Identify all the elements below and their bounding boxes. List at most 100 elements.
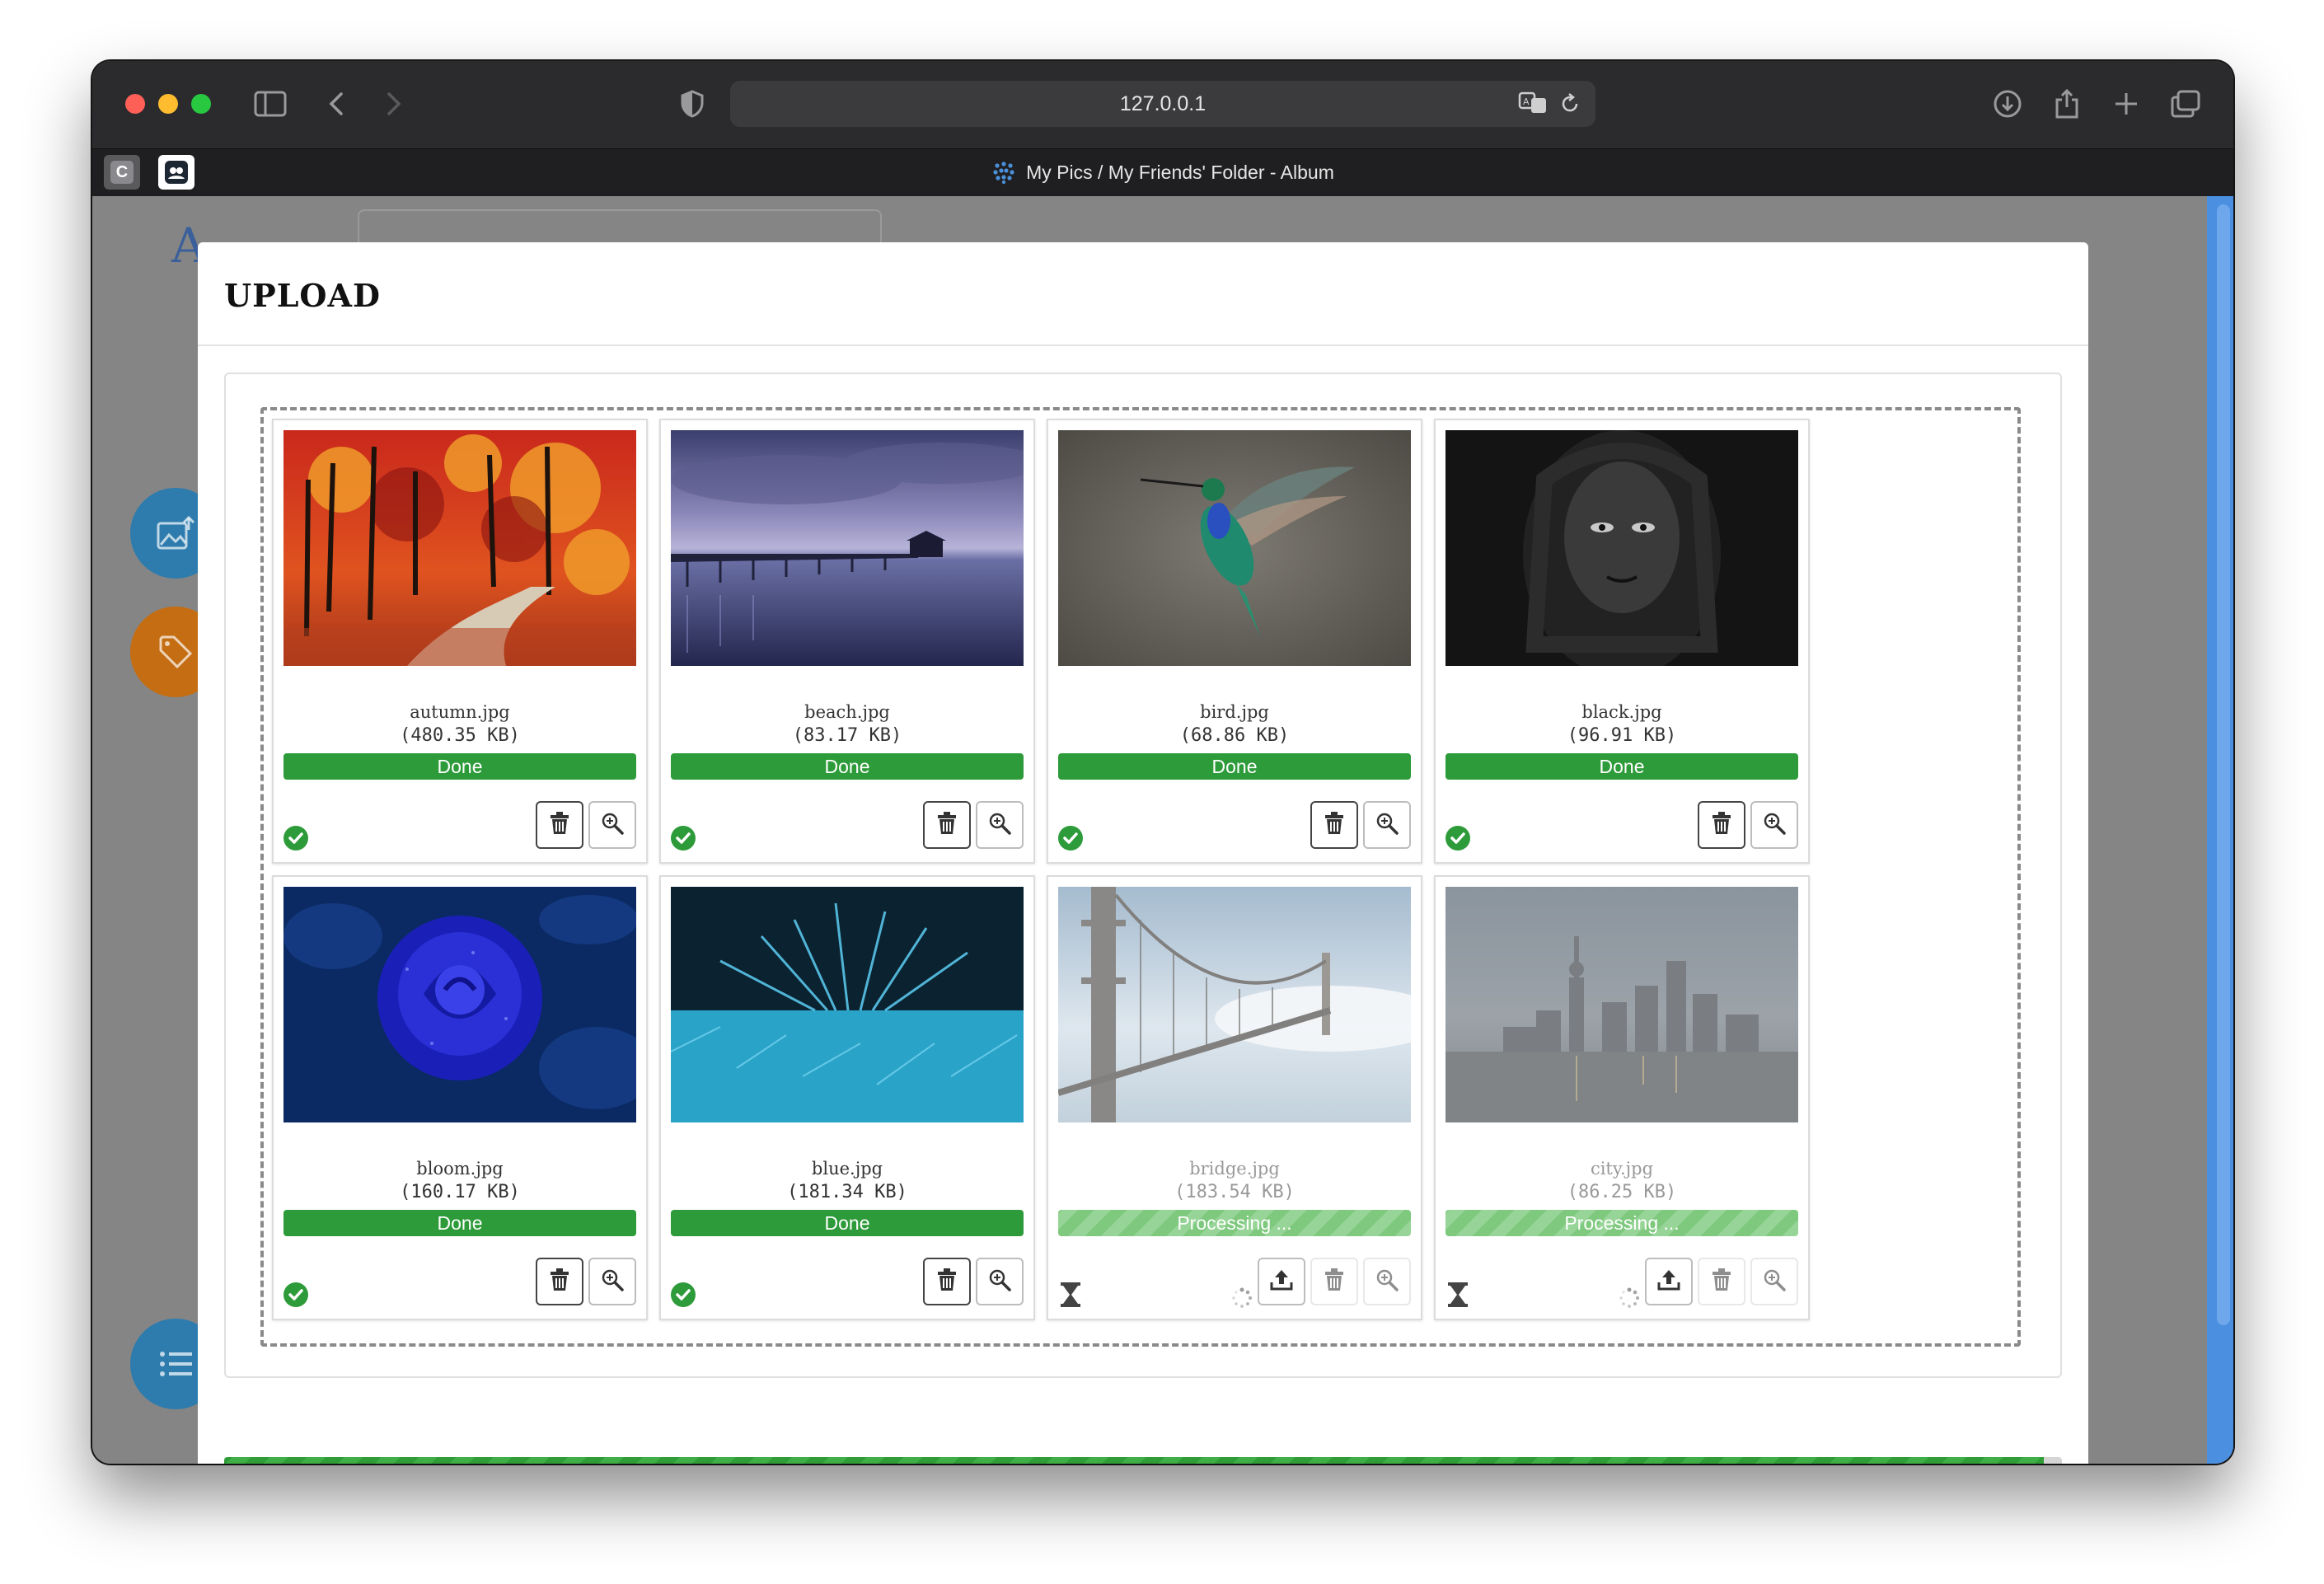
delete-file-button[interactable] [1310,801,1358,849]
upload-file-card: city.jpg (86.25 KB) Processing ... [1434,875,1810,1320]
minimize-window-button[interactable] [158,94,178,114]
sidebar-toggle-icon[interactable] [252,86,288,122]
file-progress-bar: Processing ... [1058,1210,1411,1236]
delete-file-button[interactable] [536,801,583,849]
address-bar[interactable]: 127.0.0.1 A [730,81,1595,127]
preview-file-button[interactable] [588,801,636,849]
preview-file-button[interactable] [1363,801,1411,849]
preview-file-button[interactable] [976,801,1024,849]
delete-file-button[interactable] [1698,1258,1745,1305]
delete-file-button[interactable] [923,1258,971,1305]
file-status-label: Processing ... [1177,1211,1292,1234]
upload-file-card: black.jpg (96.91 KB) Done [1434,419,1810,864]
file-progress-bar: Done [1058,753,1411,780]
list-icon [160,1352,192,1376]
file-progress-bar: Done [283,1210,636,1236]
hourglass-icon [1444,1281,1472,1309]
back-icon[interactable] [318,86,354,122]
file-thumbnail [671,887,1024,1122]
modal-title: UPLOAD [224,277,381,314]
file-status-label: Done [1599,755,1645,777]
check-circle-icon [282,1281,310,1309]
upload-icon [1270,1268,1293,1296]
upload-file-card: autumn.jpg (480.35 KB) Done [272,419,648,864]
zoom-in-icon [988,812,1011,839]
file-size: (181.34 KB) [787,1182,907,1202]
zoom-in-icon [988,1268,1011,1296]
trash-icon [936,811,958,839]
active-tab[interactable]: My Pics / My Friends' Folder - Album [92,148,2233,196]
privacy-shield-icon[interactable] [674,86,710,122]
browser-toolbar: 127.0.0.1 A [92,61,2233,148]
file-size: (68.86 KB) [1179,725,1290,746]
screenshot-stage: 127.0.0.1 A C My Pics / My Friends' Fold… [0,0,2324,1584]
upload-file-card: bird.jpg (68.86 KB) Done [1047,419,1422,864]
file-size: (83.17 KB) [792,725,902,746]
upload-file-button[interactable] [1258,1258,1305,1305]
preview-file-button[interactable] [588,1258,636,1305]
file-thumbnail [283,887,636,1122]
file-progress-bar: Done [671,1210,1024,1236]
upload-modal: UPLOAD autumn.jpg (480.35 KB) Done beach.j… [198,242,2088,1464]
trash-icon [936,1268,958,1296]
file-name: beach.jpg [804,702,890,722]
trash-icon [1711,811,1732,839]
delete-file-button[interactable] [1698,801,1745,849]
file-size: (160.17 KB) [400,1182,520,1202]
check-circle-icon [669,824,697,852]
upload-file-card: beach.jpg (83.17 KB) Done [659,419,1035,864]
total-progress-label: Processing ... [224,1457,2062,1464]
zoom-in-icon [1763,1268,1786,1296]
forward-icon[interactable] [376,86,412,122]
zoom-in-icon [1763,812,1786,839]
zoom-window-button[interactable] [191,94,211,114]
reload-icon[interactable] [1559,92,1581,121]
delete-file-button[interactable] [1310,1258,1358,1305]
file-name: bird.jpg [1200,702,1269,722]
tab-overview-icon[interactable] [2167,86,2204,122]
file-size: (86.25 KB) [1567,1182,1677,1202]
file-thumbnail [1058,887,1411,1122]
tab-title: My Pics / My Friends' Folder - Album [1026,161,1334,183]
zoom-in-icon [601,812,624,839]
file-status-label: Done [1211,755,1258,777]
file-thumbnail [283,430,636,666]
upload-file-card: bloom.jpg (160.17 KB) Done [272,875,648,1320]
file-status-label: Done [437,755,483,777]
file-progress-bar: Done [671,753,1024,780]
preview-file-button[interactable] [1750,1258,1798,1305]
file-status-label: Done [824,1211,870,1234]
new-tab-icon[interactable] [2108,86,2144,122]
album-favicon-icon [993,162,1014,185]
file-thumbnail [1058,430,1411,666]
share-icon[interactable] [2049,86,2085,122]
image-upload-icon [157,515,195,550]
file-dropzone[interactable]: autumn.jpg (480.35 KB) Done beach.jpg (83.1… [260,407,2021,1347]
downloads-icon[interactable] [1989,86,2026,122]
file-name: black.jpg [1581,702,1662,722]
preview-file-button[interactable] [1750,801,1798,849]
check-circle-icon [669,1281,697,1309]
zoom-in-icon [1375,1268,1399,1296]
file-name: blue.jpg [811,1159,883,1179]
preview-file-button[interactable] [976,1258,1024,1305]
file-name: city.jpg [1590,1159,1654,1179]
page-scrollbar-thumb[interactable] [2217,204,2230,1325]
file-size: (183.54 KB) [1174,1182,1295,1202]
trash-icon [1324,811,1345,839]
zoom-in-icon [601,1268,624,1296]
file-thumbnail [1445,430,1798,666]
file-name: bridge.jpg [1189,1159,1280,1179]
upload-file-button[interactable] [1645,1258,1693,1305]
preview-file-button[interactable] [1363,1258,1411,1305]
delete-file-button[interactable] [923,801,971,849]
zoom-in-icon [1375,812,1399,839]
file-status-label: Processing ... [1564,1211,1680,1234]
check-circle-icon [1444,824,1472,852]
file-size: (480.35 KB) [400,725,520,746]
file-thumbnail [671,430,1024,666]
trash-icon [1324,1268,1345,1296]
translate-icon[interactable]: A [1518,91,1548,121]
close-window-button[interactable] [125,94,145,114]
delete-file-button[interactable] [536,1258,583,1305]
